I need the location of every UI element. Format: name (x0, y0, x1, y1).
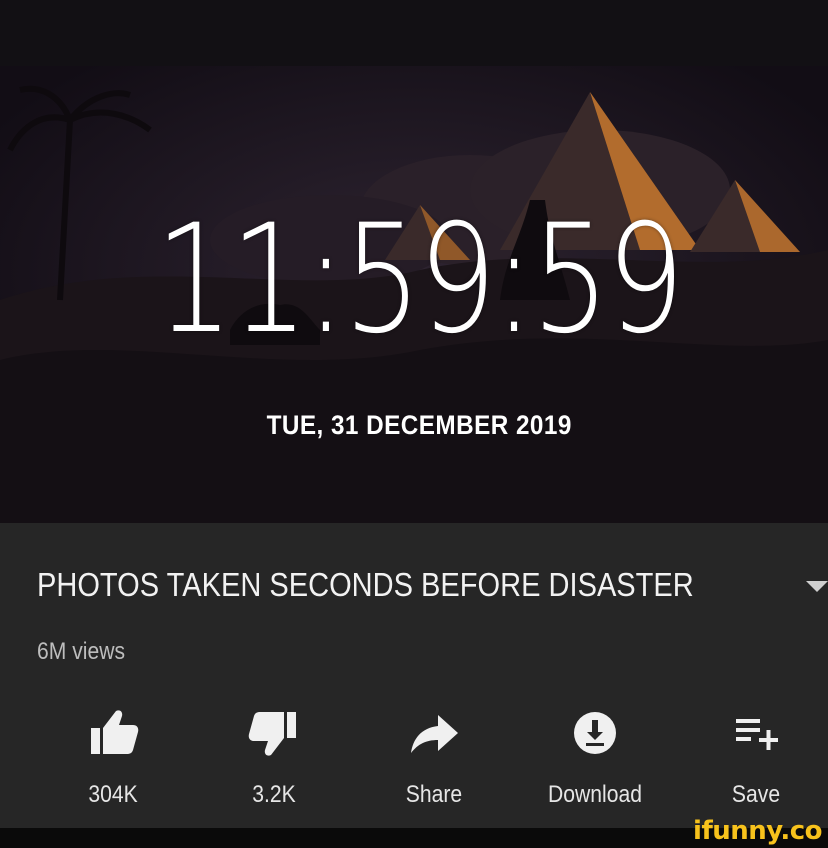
download-label: Download (548, 781, 642, 808)
save-label: Save (731, 781, 781, 808)
download-icon (574, 712, 616, 754)
view-count: 6M views (37, 638, 126, 665)
video-title: PHOTOS TAKEN SECONDS BEFORE DISASTER (37, 566, 694, 603)
video-player[interactable]: 11:59:59 TUE, 31 DECEMBER 2019 (0, 0, 828, 523)
download-button[interactable]: Download (525, 703, 665, 813)
like-button[interactable]: 304K (43, 703, 183, 813)
clock-date: TUE, 31 DECEMBER 2019 (266, 410, 572, 440)
video-info-panel: PHOTOS TAKEN SECONDS BEFORE DISASTER 6M … (0, 523, 828, 828)
expand-description-icon[interactable] (806, 581, 828, 592)
dislike-count: 3.2K (252, 781, 296, 808)
like-count: 304K (88, 781, 138, 808)
share-button[interactable]: Share (364, 703, 504, 813)
share-label: Share (405, 781, 463, 808)
thumbs-down-icon (248, 712, 296, 756)
share-icon (411, 715, 458, 753)
thumbs-up-icon (91, 710, 139, 754)
save-playlist-icon (736, 719, 778, 750)
dislike-button[interactable]: 3.2K (204, 703, 344, 813)
clock-time: 11:59:59 (155, 193, 684, 367)
ifunny-watermark: ifunny.co (693, 816, 822, 846)
save-button[interactable]: Save (686, 703, 826, 813)
action-bar: 304K 3.2K Share Download Save (0, 703, 828, 813)
